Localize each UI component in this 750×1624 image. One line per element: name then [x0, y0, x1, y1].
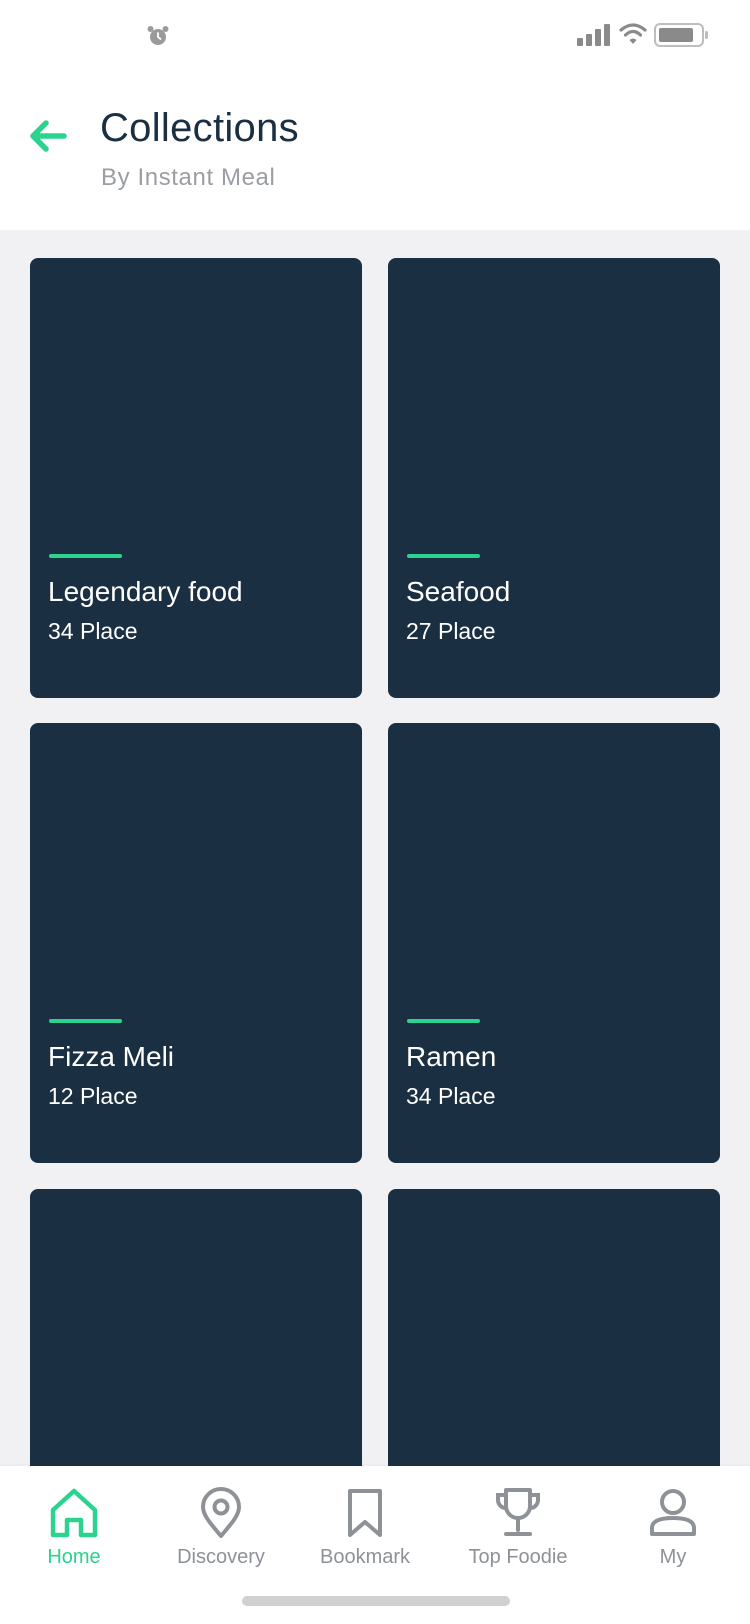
page-subtitle: By Instant Meal [101, 164, 276, 191]
card-accent-bar [49, 1019, 122, 1023]
header: Collections By Instant Meal [0, 70, 750, 230]
collections-grid: Legendary food 34 Place Seafood 27 Place… [0, 230, 750, 1466]
card-place-count: 34 Place [406, 1083, 496, 1109]
card-title: Seafood [406, 576, 511, 607]
home-icon [50, 1488, 98, 1538]
card-place-count: 34 Place [48, 618, 138, 644]
nav-home[interactable]: Home [29, 1486, 119, 1586]
home-indicator [242, 1596, 510, 1606]
bookmark-icon [348, 1489, 382, 1537]
collection-card-legendary-food[interactable]: Legendary food 34 Place [30, 258, 362, 698]
page-title: Collections [100, 106, 299, 150]
nav-label: My [659, 1546, 687, 1568]
location-pin-icon [201, 1487, 241, 1538]
nav-label: Bookmark [319, 1546, 411, 1568]
card-place-count: 12 Place [48, 1083, 138, 1109]
nav-discovery[interactable]: Discovery [166, 1486, 276, 1586]
user-icon [650, 1489, 696, 1536]
wifi-icon [619, 23, 647, 44]
collection-card-5[interactable] [30, 1189, 362, 1466]
status-bar [0, 0, 750, 70]
collection-card-fizza-meli[interactable]: Fizza Meli 12 Place [30, 723, 362, 1163]
card-title: Fizza Meli [48, 1041, 175, 1072]
card-title: Legendary food [48, 576, 243, 607]
nav-my[interactable]: My [637, 1486, 709, 1586]
card-title: Ramen [406, 1041, 497, 1072]
signal-icon [577, 24, 610, 46]
card-place-count: 27 Place [406, 618, 496, 644]
alarm-icon [147, 26, 169, 45]
nav-label: Home [47, 1546, 101, 1568]
collection-card-seafood[interactable]: Seafood 27 Place [388, 258, 720, 698]
nav-label: Discovery [177, 1546, 265, 1568]
card-accent-bar [407, 1019, 480, 1023]
nav-label: Top Foodie [468, 1546, 568, 1568]
battery-icon [654, 23, 708, 47]
trophy-icon [496, 1488, 540, 1536]
card-accent-bar [407, 554, 480, 558]
collection-card-ramen[interactable]: Ramen 34 Place [388, 723, 720, 1163]
collection-card-6[interactable] [388, 1189, 720, 1466]
nav-bookmark[interactable]: Bookmark [315, 1486, 415, 1586]
card-accent-bar [49, 554, 122, 558]
back-arrow-icon[interactable] [22, 110, 74, 162]
nav-top-foodie[interactable]: Top Foodie [462, 1486, 574, 1586]
